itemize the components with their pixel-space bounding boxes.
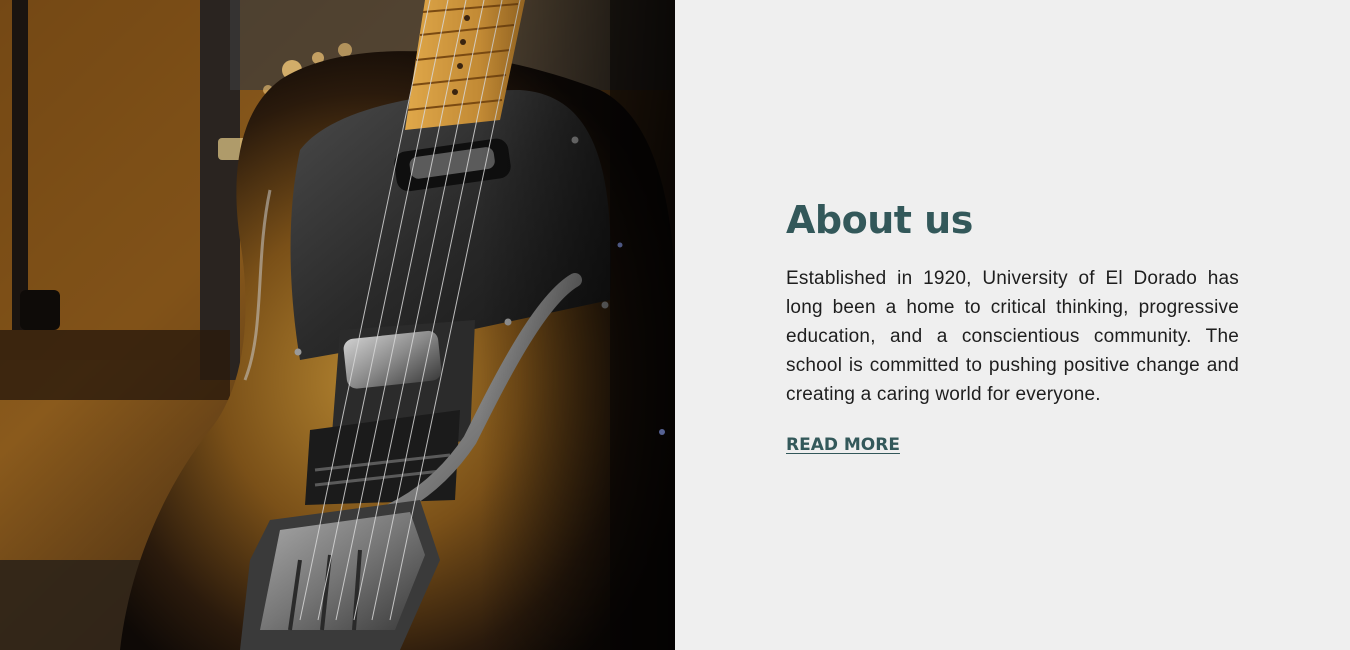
guitar-photo <box>0 0 675 650</box>
about-content: About us Established in 1920, University… <box>786 196 1239 457</box>
about-section: About us Established in 1920, University… <box>0 0 1350 650</box>
about-description: Established in 1920, University of El Do… <box>786 268 1239 405</box>
read-more-link[interactable]: READ MORE <box>786 433 900 457</box>
about-heading: About us <box>786 198 973 242</box>
about-text-panel: About us Established in 1920, University… <box>675 0 1350 650</box>
